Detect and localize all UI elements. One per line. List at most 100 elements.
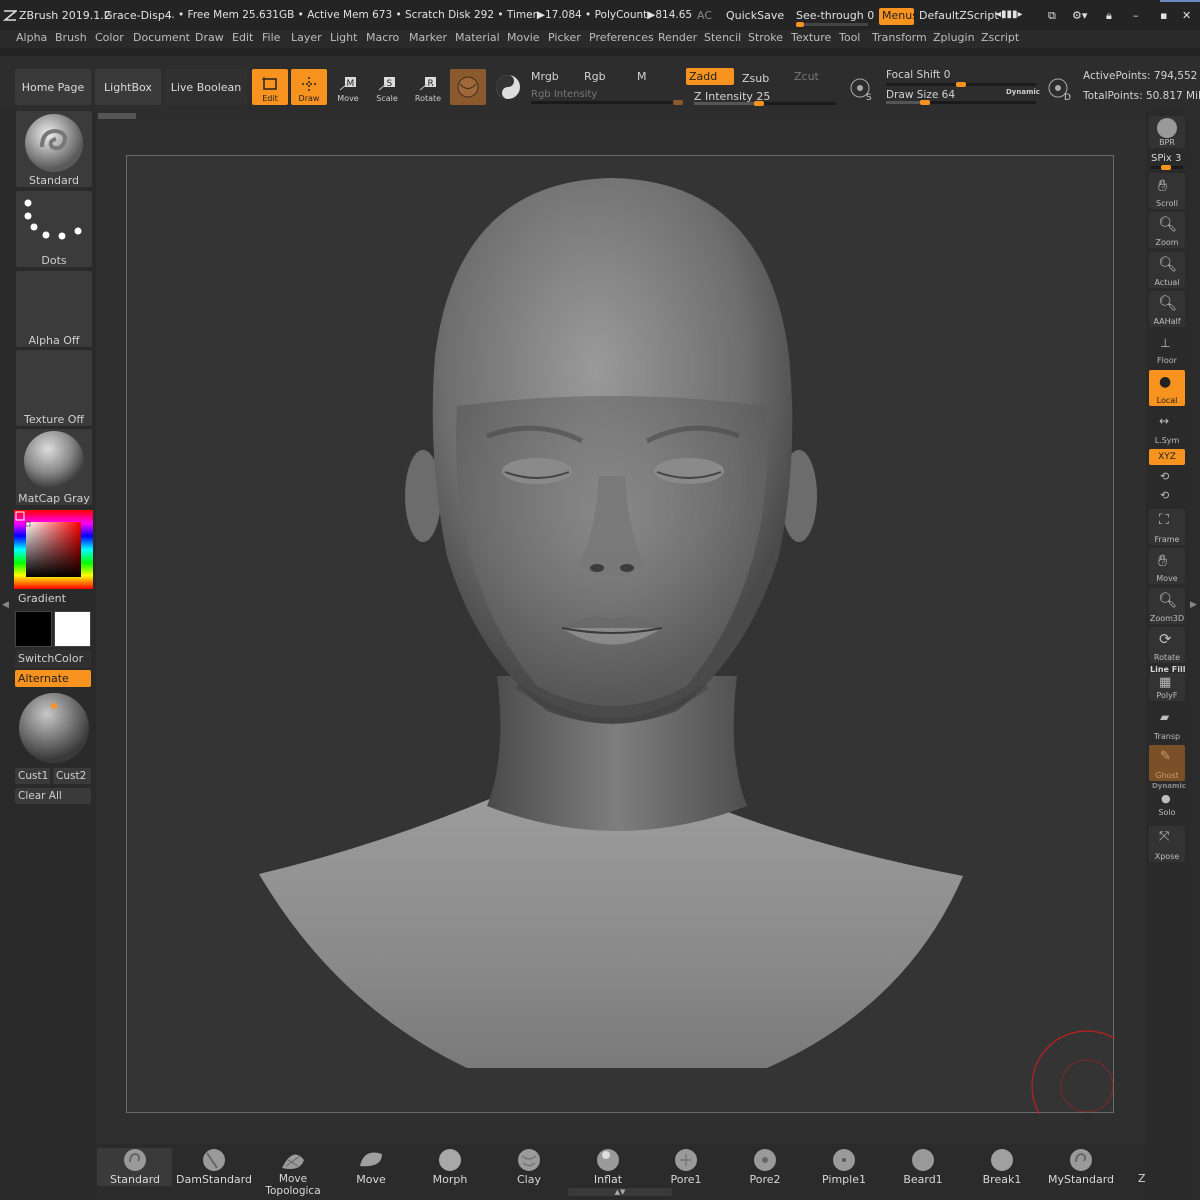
- menu-tool[interactable]: Tool: [839, 31, 860, 44]
- brush-clay[interactable]: Clay: [490, 1146, 568, 1186]
- scale-button[interactable]: S Scale: [369, 69, 405, 105]
- menu-render[interactable]: Render: [658, 31, 697, 44]
- menu-brush[interactable]: Brush: [55, 31, 87, 44]
- layout-arrows-icon[interactable]: ◂▮▮▮▸: [996, 9, 1023, 20]
- actual-button[interactable]: 🔍︎ Actual: [1149, 252, 1185, 288]
- see-through-track[interactable]: [796, 22, 868, 27]
- focal-shift-knob[interactable]: [956, 82, 966, 87]
- switchcolor-button[interactable]: SwitchColor: [15, 650, 91, 668]
- stroke-selector[interactable]: Dots: [16, 191, 92, 267]
- move-button[interactable]: M Move: [330, 69, 366, 105]
- brush-pore2[interactable]: Pore2: [726, 1146, 804, 1186]
- maximize-icon[interactable]: ▪: [1160, 9, 1167, 22]
- rotate-view-button[interactable]: ⟳ Rotate: [1149, 627, 1185, 663]
- bpr-button[interactable]: BPR: [1149, 116, 1185, 148]
- spix-slider[interactable]: [1151, 165, 1183, 170]
- home-page-button[interactable]: Home Page: [15, 69, 91, 105]
- rotate-y-icon[interactable]: ⟲: [1160, 470, 1169, 483]
- rgb-toggle[interactable]: Rgb: [584, 70, 606, 83]
- menu-color[interactable]: Color: [95, 31, 124, 44]
- spix-knob[interactable]: [1161, 165, 1171, 170]
- lsym-button[interactable]: ↔ L.Sym: [1149, 410, 1185, 446]
- canvas-tab-handle[interactable]: [98, 113, 136, 119]
- brush-standard[interactable]: Standard: [96, 1146, 174, 1186]
- minimize-icon[interactable]: –: [1133, 9, 1139, 22]
- solo-toggle[interactable]: ● Solo: [1149, 790, 1185, 818]
- texture-selector[interactable]: Texture Off: [16, 350, 92, 426]
- draw-size-slider[interactable]: [886, 100, 1036, 105]
- clear-all-button[interactable]: Clear All: [15, 788, 91, 804]
- rgb-intensity-knob[interactable]: [673, 100, 683, 105]
- document-viewport[interactable]: [126, 155, 1143, 1142]
- ghost-toggle[interactable]: ✎ Ghost: [1149, 745, 1185, 781]
- rgb-intensity-slider[interactable]: [531, 100, 683, 105]
- menu-material[interactable]: Material: [455, 31, 500, 44]
- mrgb-toggle[interactable]: Mrgb: [531, 70, 559, 83]
- color-picker[interactable]: [14, 510, 93, 589]
- brush-move-topological[interactable]: Move Topologica: [254, 1146, 332, 1197]
- brush-damstandard[interactable]: DamStandard: [175, 1146, 253, 1186]
- default-zscript[interactable]: DefaultZScript: [919, 9, 999, 22]
- menu-transform[interactable]: Transform: [872, 31, 927, 44]
- menu-picker[interactable]: Picker: [548, 31, 581, 44]
- color-mode-button[interactable]: [490, 69, 526, 105]
- aahalf-button[interactable]: 🔍︎ AAHalf: [1149, 291, 1185, 327]
- live-boolean-button[interactable]: Live Boolean: [165, 69, 247, 105]
- layout-icon[interactable]: ⧉: [1048, 9, 1056, 23]
- zoom-button[interactable]: 🔍︎ Zoom: [1149, 212, 1185, 248]
- menu-file[interactable]: File: [262, 31, 280, 44]
- zcut-toggle[interactable]: Zcut: [794, 70, 819, 83]
- m-toggle[interactable]: M: [637, 70, 647, 83]
- lock-icon[interactable]: 🔒︎: [1106, 9, 1112, 23]
- see-through-knob[interactable]: [796, 22, 804, 27]
- brush-morph[interactable]: Morph: [411, 1146, 489, 1186]
- right-collapse-icon[interactable]: ▶: [1190, 600, 1198, 624]
- gradient-label[interactable]: Gradient: [18, 592, 66, 605]
- menu-movie[interactable]: Movie: [507, 31, 540, 44]
- alpha-selector[interactable]: Alpha Off: [16, 271, 92, 347]
- move-view-button[interactable]: ✋︎ Move: [1149, 548, 1185, 584]
- menu-alpha[interactable]: Alpha: [16, 31, 47, 44]
- menu-layer[interactable]: Layer: [291, 31, 322, 44]
- polyf-toggle[interactable]: ▦ PolyF: [1149, 673, 1185, 701]
- menu-stencil[interactable]: Stencil: [704, 31, 741, 44]
- draw-size-knob[interactable]: [920, 100, 930, 105]
- material-mode-button[interactable]: [450, 69, 486, 105]
- menu-marker[interactable]: Marker: [409, 31, 447, 44]
- focal-shift-slider[interactable]: [886, 82, 1036, 87]
- z-intensity-slider[interactable]: [694, 101, 836, 106]
- menu-macro[interactable]: Macro: [366, 31, 399, 44]
- menu-light[interactable]: Light: [330, 31, 357, 44]
- cust2-button[interactable]: Cust2: [53, 768, 91, 784]
- brush-pore1[interactable]: Pore1: [647, 1146, 725, 1186]
- brush-mystandard[interactable]: MyStandard: [1042, 1146, 1120, 1186]
- brush-pimple1[interactable]: Pimple1: [805, 1146, 883, 1186]
- bottom-collapse-icon[interactable]: ▲▼: [568, 1188, 672, 1196]
- brush-inflat[interactable]: Inflat: [569, 1146, 647, 1186]
- scroll-button[interactable]: ✋︎ Scroll: [1149, 173, 1185, 209]
- settings-icon[interactable]: ⚙▾: [1072, 9, 1087, 22]
- zoom3d-button[interactable]: 🔍︎ Zoom3D: [1149, 588, 1185, 624]
- main-color-swatch[interactable]: [15, 611, 52, 647]
- floor-button[interactable]: ⊥ Floor: [1149, 330, 1185, 366]
- menu-edit[interactable]: Edit: [232, 31, 253, 44]
- menu-document[interactable]: Document: [133, 31, 190, 44]
- brush-move[interactable]: Move: [332, 1146, 410, 1186]
- secondary-color-swatch[interactable]: [54, 611, 91, 647]
- custom-ui-sphere[interactable]: [16, 692, 92, 764]
- left-collapse-icon[interactable]: ◀: [2, 600, 9, 624]
- quicksave-button[interactable]: QuickSave: [726, 9, 784, 22]
- see-through-slider[interactable]: See-through 0: [796, 9, 874, 22]
- sculpted-head-model[interactable]: [127, 156, 1143, 1142]
- menu-stroke[interactable]: Stroke: [748, 31, 783, 44]
- menu-zscript[interactable]: Zscript: [981, 31, 1019, 44]
- menu-draw[interactable]: Draw: [195, 31, 224, 44]
- menu-preferences[interactable]: Preferences: [589, 31, 654, 44]
- brush-selector[interactable]: Standard: [16, 111, 92, 187]
- brush-break1[interactable]: Break1: [963, 1146, 1041, 1186]
- dynamic-toggle[interactable]: Dynamic: [1006, 88, 1040, 96]
- draw-button[interactable]: Draw: [291, 69, 327, 105]
- z-intensity-knob[interactable]: [754, 101, 764, 106]
- lazymouse-s-button[interactable]: S: [846, 72, 878, 104]
- material-selector[interactable]: MatCap Gray: [16, 429, 92, 505]
